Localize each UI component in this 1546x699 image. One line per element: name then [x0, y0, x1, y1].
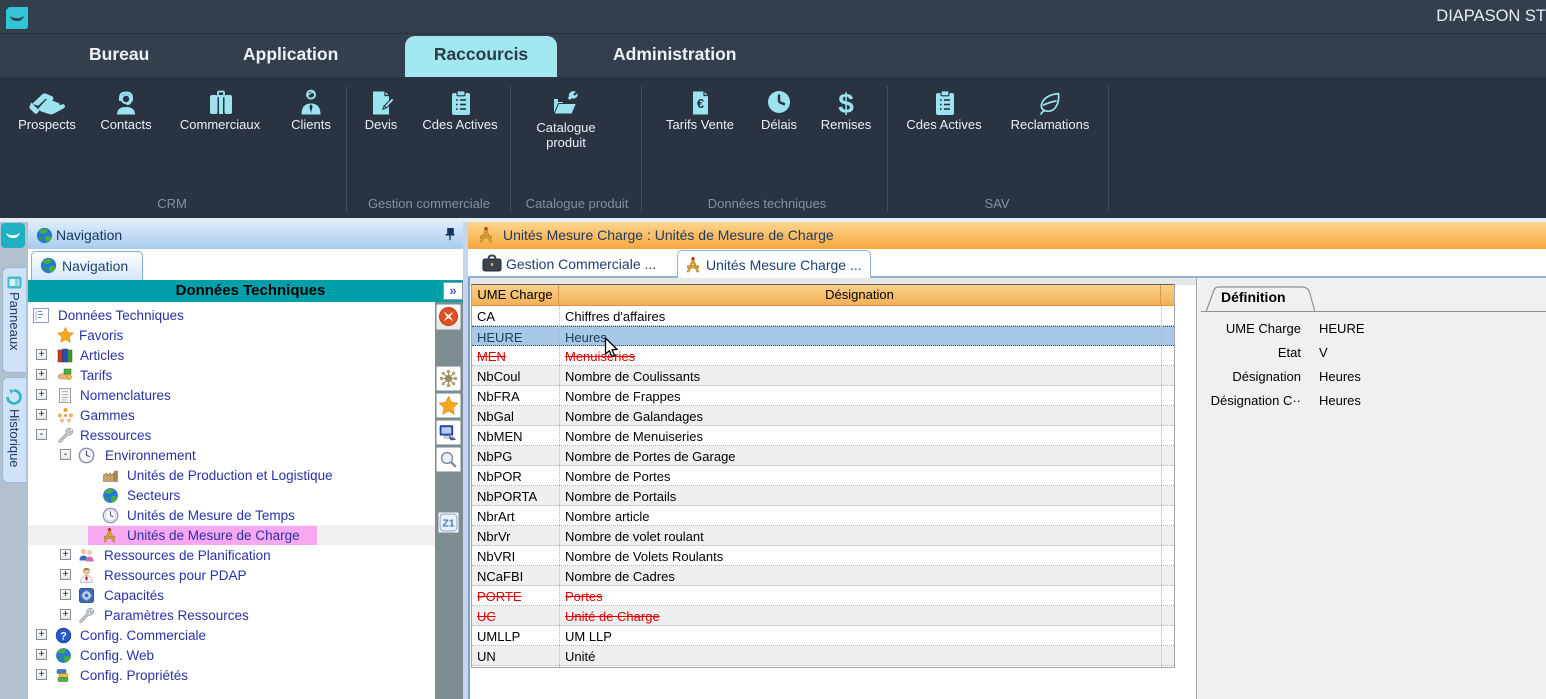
svg-text:Z1: Z1 — [442, 518, 454, 530]
svg-text:$: $ — [838, 89, 854, 117]
svg-text:€: € — [697, 96, 704, 111]
svg-text:?: ? — [60, 630, 67, 642]
